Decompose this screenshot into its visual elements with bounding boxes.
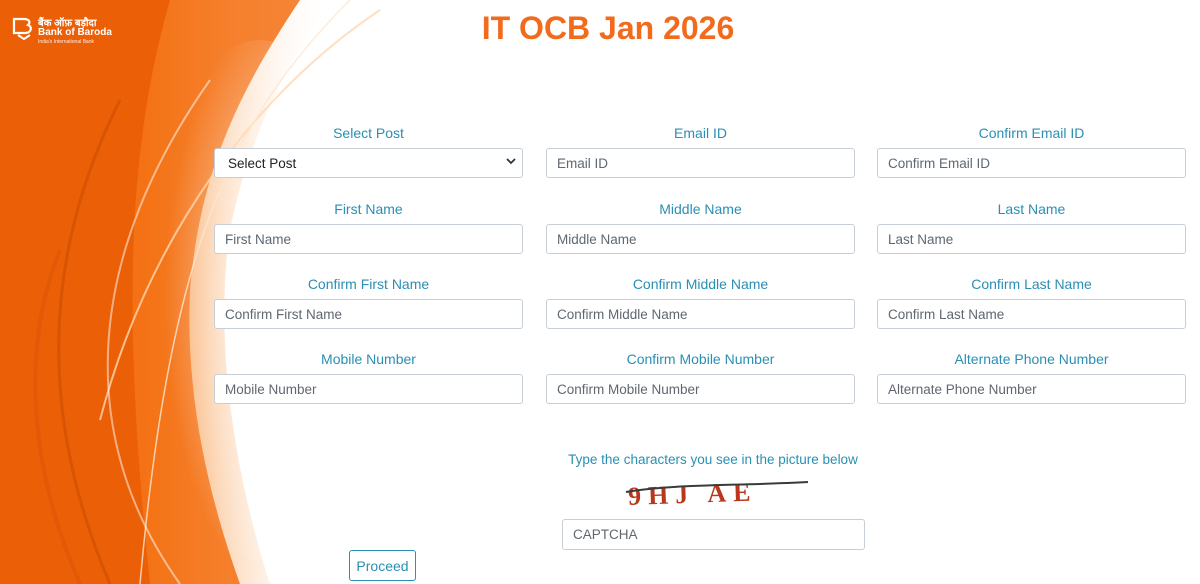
email-field[interactable] (546, 148, 855, 178)
confirm-email-field[interactable] (877, 148, 1186, 178)
middle-name-group: Middle Name (546, 200, 855, 254)
mobile-label: Mobile Number (321, 351, 416, 367)
captcha-instruction: Type the characters you see in the pictu… (568, 452, 858, 467)
last-name-group: Last Name (877, 200, 1186, 254)
last-name-field[interactable] (877, 224, 1186, 254)
confirm-first-name-field[interactable] (214, 299, 523, 329)
confirm-middle-name-label: Confirm Middle Name (632, 276, 769, 292)
bank-logo: बैंक ऑफ़ बड़ौदा Bank of Baroda India's I… (8, 14, 118, 50)
captcha-image: 9HJ AE (625, 477, 809, 511)
confirm-first-name-group: Confirm First Name (214, 275, 523, 329)
email-group: Email ID (546, 124, 855, 178)
confirm-last-name-label: Confirm Last Name (971, 276, 1092, 292)
confirm-middle-name-group: Confirm Middle Name (546, 275, 855, 329)
bank-of-baroda-icon (12, 17, 32, 41)
confirm-middle-name-field[interactable] (546, 299, 855, 329)
first-name-label: First Name (334, 201, 403, 217)
mobile-group: Mobile Number (214, 350, 523, 404)
alternate-phone-label: Alternate Phone Number (954, 351, 1109, 367)
confirm-mobile-group: Confirm Mobile Number (546, 350, 855, 404)
alternate-phone-field[interactable] (877, 374, 1186, 404)
proceed-button[interactable]: Proceed (349, 550, 416, 581)
select-post-group: Select Post Select Post (214, 124, 523, 178)
select-post-label: Select Post (333, 125, 404, 141)
mobile-field[interactable] (214, 374, 523, 404)
first-name-field[interactable] (214, 224, 523, 254)
confirm-email-group: Confirm Email ID (877, 124, 1186, 178)
last-name-label: Last Name (997, 201, 1066, 217)
page-title: IT OCB Jan 2026 (481, 10, 735, 46)
bank-name: Bank of Baroda (38, 27, 112, 38)
middle-name-label: Middle Name (659, 201, 742, 217)
select-post-wrapper: Select Post (214, 148, 523, 178)
first-name-group: First Name (214, 200, 523, 254)
confirm-mobile-field[interactable] (546, 374, 855, 404)
alternate-phone-group: Alternate Phone Number (877, 350, 1186, 404)
select-post-dropdown[interactable]: Select Post (214, 148, 523, 178)
captcha-input[interactable] (562, 519, 865, 550)
email-label: Email ID (674, 125, 727, 141)
confirm-last-name-group: Confirm Last Name (877, 275, 1186, 329)
captcha-image-text: 9HJ AE (628, 477, 758, 510)
bank-tagline: India's International Bank (38, 39, 94, 45)
confirm-last-name-field[interactable] (877, 299, 1186, 329)
confirm-mobile-label: Confirm Mobile Number (626, 351, 775, 367)
confirm-email-label: Confirm Email ID (978, 125, 1085, 141)
confirm-first-name-label: Confirm First Name (307, 276, 430, 292)
middle-name-field[interactable] (546, 224, 855, 254)
